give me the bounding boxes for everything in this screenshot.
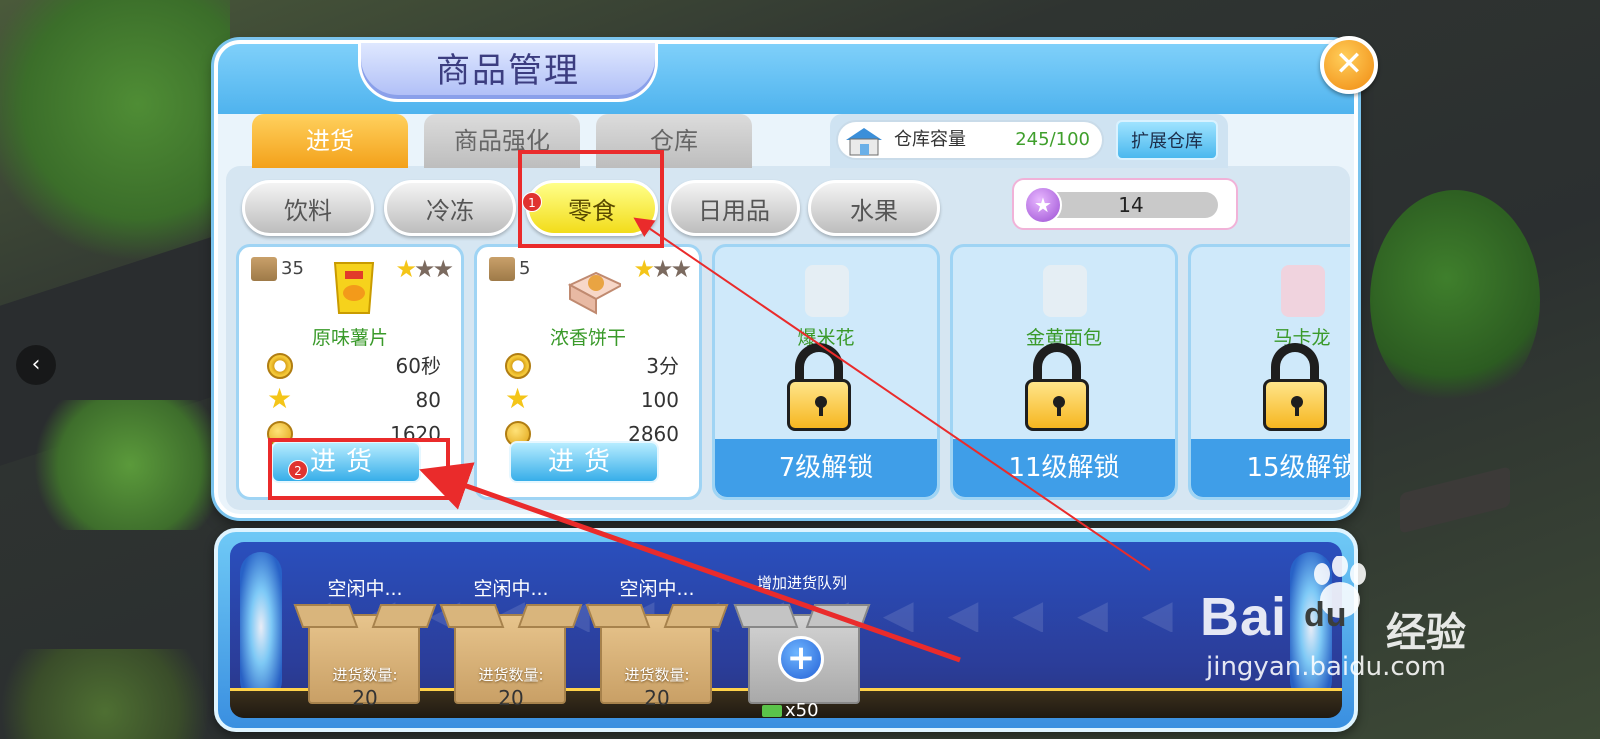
arrow-to-restock xyxy=(419,462,961,663)
watermark-brand-du: du xyxy=(1304,596,1348,634)
watermark-brand: Bai xyxy=(1200,587,1288,647)
arrow-to-snacks xyxy=(633,217,1151,571)
baidu-watermark: Bai du 经验 jingyan.baidu.com xyxy=(1200,556,1500,686)
watermark-brand-cn: 经验 xyxy=(1386,610,1466,656)
watermark-url: jingyan.baidu.com xyxy=(1206,652,1446,682)
